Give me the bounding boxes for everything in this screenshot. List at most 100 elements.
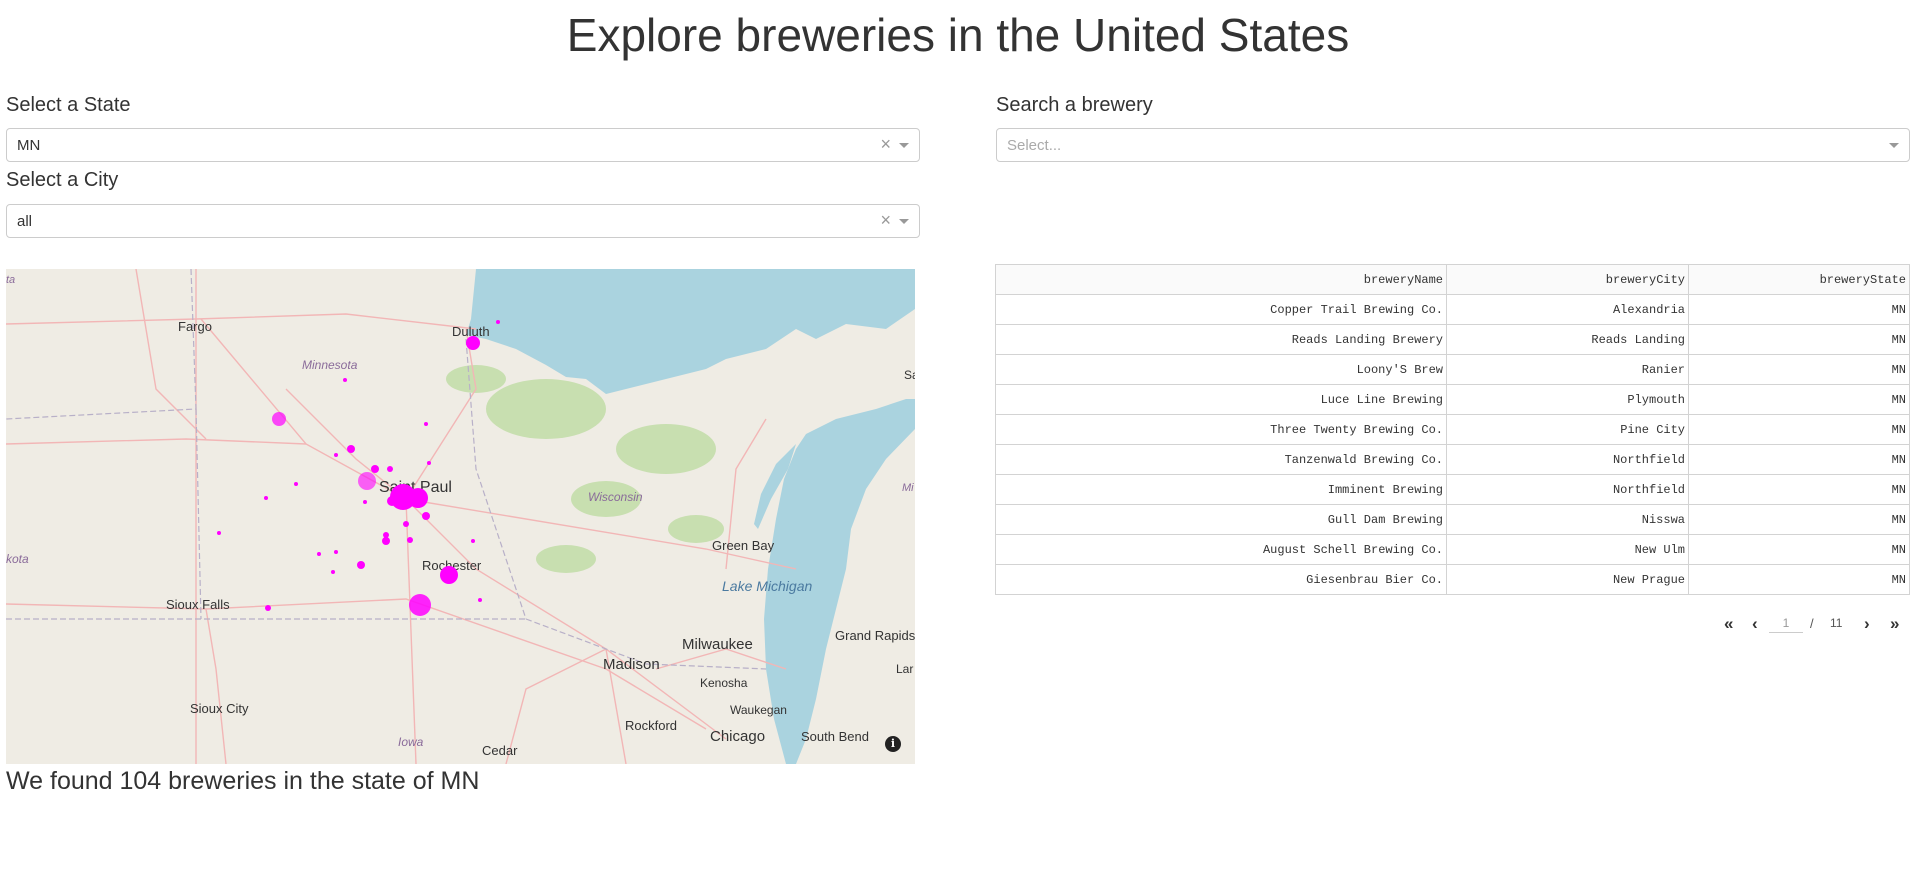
brewery-marker[interactable] — [358, 472, 376, 490]
cell-brewery-city: Nisswa — [1446, 504, 1689, 535]
cell-brewery-name: Imminent Brewing — [995, 474, 1447, 505]
brewery-marker[interactable] — [334, 453, 338, 457]
brewery-marker[interactable] — [471, 539, 475, 543]
city-select-value: all — [17, 213, 33, 230]
place-label: South Bend — [801, 729, 869, 744]
table-row[interactable]: Three Twenty Brewing Co. Pine City MN — [995, 414, 1910, 445]
first-page-button[interactable]: « — [1724, 614, 1733, 634]
brewery-table: breweryName breweryCity breweryState Cop… — [995, 264, 1910, 595]
cell-brewery-name: Giesenbrau Bier Co. — [995, 564, 1447, 595]
brewery-marker[interactable] — [409, 594, 431, 616]
cell-brewery-city: Northfield — [1446, 474, 1689, 505]
cell-brewery-city: Alexandria — [1446, 294, 1689, 325]
brewery-marker[interactable] — [334, 550, 338, 554]
chevron-down-icon[interactable] — [1889, 143, 1899, 148]
place-label: Grand Rapids — [835, 628, 915, 643]
brewery-marker[interactable] — [317, 552, 321, 556]
current-page-input[interactable]: 1 — [1769, 616, 1803, 633]
page-title: Explore breweries in the United States — [566, 9, 1350, 61]
cell-brewery-name: Loony'S Brew — [995, 354, 1447, 385]
cell-brewery-state: MN — [1688, 414, 1910, 445]
cell-brewery-city: New Ulm — [1446, 534, 1689, 565]
place-label: Fargo — [178, 319, 212, 334]
table-row[interactable]: August Schell Brewing Co. New Ulm MN — [995, 534, 1910, 565]
brewery-marker[interactable] — [357, 561, 365, 569]
brewery-marker[interactable] — [217, 531, 221, 535]
column-header-brewery-name[interactable]: breweryName — [995, 264, 1447, 295]
brewery-marker[interactable] — [264, 496, 268, 500]
forest-area — [486, 379, 606, 439]
brewery-marker[interactable] — [343, 378, 347, 382]
city-select[interactable]: all × — [6, 204, 920, 238]
brewery-map[interactable]: Fargo Duluth Minnesota Saint Paul Wiscon… — [6, 269, 915, 764]
table-header-row: breweryName breweryCity breweryState — [995, 264, 1910, 295]
cell-brewery-state: MN — [1688, 324, 1910, 355]
chevron-down-icon[interactable] — [899, 219, 909, 224]
brewery-marker[interactable] — [382, 537, 390, 545]
brewery-marker[interactable] — [371, 465, 379, 473]
table-row[interactable]: Tanzenwald Brewing Co. Northfield MN — [995, 444, 1910, 475]
cell-brewery-city: Pine City — [1446, 414, 1689, 445]
search-brewery-select[interactable]: Select... — [996, 128, 1910, 162]
next-page-button[interactable]: › — [1864, 614, 1870, 634]
cell-brewery-city: New Prague — [1446, 564, 1689, 595]
table-row[interactable]: Reads Landing Brewery Reads Landing MN — [995, 324, 1910, 355]
clear-icon[interactable]: × — [880, 134, 891, 154]
state-select[interactable]: MN × — [6, 128, 920, 162]
brewery-marker[interactable] — [466, 336, 480, 350]
results-summary: We found 104 breweries in the state of M… — [6, 767, 480, 795]
brewery-marker[interactable] — [347, 445, 355, 453]
cell-brewery-name: Copper Trail Brewing Co. — [995, 294, 1447, 325]
page-separator: / — [1810, 616, 1814, 631]
place-label: Milwaukee — [682, 636, 753, 653]
cell-brewery-city: Reads Landing — [1446, 324, 1689, 355]
place-label: ta — [6, 274, 15, 286]
place-label: Green Bay — [712, 538, 775, 553]
column-header-brewery-state[interactable]: breweryState — [1688, 264, 1910, 295]
brewery-marker[interactable] — [422, 512, 430, 520]
cell-brewery-name: Reads Landing Brewery — [995, 324, 1447, 355]
brewery-marker[interactable] — [440, 566, 458, 584]
brewery-marker[interactable] — [387, 496, 397, 506]
brewery-marker[interactable] — [403, 521, 409, 527]
column-header-brewery-city[interactable]: breweryCity — [1446, 264, 1689, 295]
brewery-marker[interactable] — [424, 422, 428, 426]
info-icon[interactable]: i — [885, 736, 901, 752]
place-label: Lar — [896, 662, 913, 676]
cell-brewery-state: MN — [1688, 534, 1910, 565]
brewery-marker[interactable] — [408, 488, 428, 508]
cell-brewery-city: Plymouth — [1446, 384, 1689, 415]
cell-brewery-name: Tanzenwald Brewing Co. — [995, 444, 1447, 475]
brewery-marker[interactable] — [478, 598, 482, 602]
cell-brewery-name: Luce Line Brewing — [995, 384, 1447, 415]
table-row[interactable]: Gull Dam Brewing Nisswa MN — [995, 504, 1910, 535]
brewery-marker[interactable] — [363, 500, 367, 504]
place-label: Madison — [603, 656, 660, 673]
table-pagination: « ‹ 1 / 11 › » — [1720, 614, 1910, 634]
map-canvas: Fargo Duluth Minnesota Saint Paul Wiscon… — [6, 269, 915, 764]
cell-brewery-state: MN — [1688, 384, 1910, 415]
brewery-marker[interactable] — [427, 461, 431, 465]
brewery-marker[interactable] — [294, 482, 298, 486]
place-label: Cedar — [482, 743, 518, 758]
cell-brewery-state: MN — [1688, 564, 1910, 595]
brewery-marker[interactable] — [496, 320, 500, 324]
last-page-button[interactable]: » — [1890, 614, 1899, 634]
table-row[interactable]: Luce Line Brewing Plymouth MN — [995, 384, 1910, 415]
table-row[interactable]: Imminent Brewing Northfield MN — [995, 474, 1910, 505]
state-select-value: MN — [17, 137, 41, 154]
table-row[interactable]: Loony'S Brew Ranier MN — [995, 354, 1910, 385]
clear-icon[interactable]: × — [880, 210, 891, 230]
place-label: kota — [6, 552, 29, 566]
brewery-marker[interactable] — [265, 605, 271, 611]
table-row[interactable]: Giesenbrau Bier Co. New Prague MN — [995, 564, 1910, 595]
cell-brewery-state: MN — [1688, 354, 1910, 385]
brewery-marker[interactable] — [387, 466, 393, 472]
brewery-marker[interactable] — [407, 537, 413, 543]
previous-page-button[interactable]: ‹ — [1752, 614, 1758, 634]
brewery-marker[interactable] — [331, 570, 335, 574]
search-brewery-placeholder: Select... — [1007, 137, 1062, 154]
table-row[interactable]: Copper Trail Brewing Co. Alexandria MN — [995, 294, 1910, 325]
chevron-down-icon[interactable] — [899, 143, 909, 148]
brewery-marker[interactable] — [272, 412, 286, 426]
